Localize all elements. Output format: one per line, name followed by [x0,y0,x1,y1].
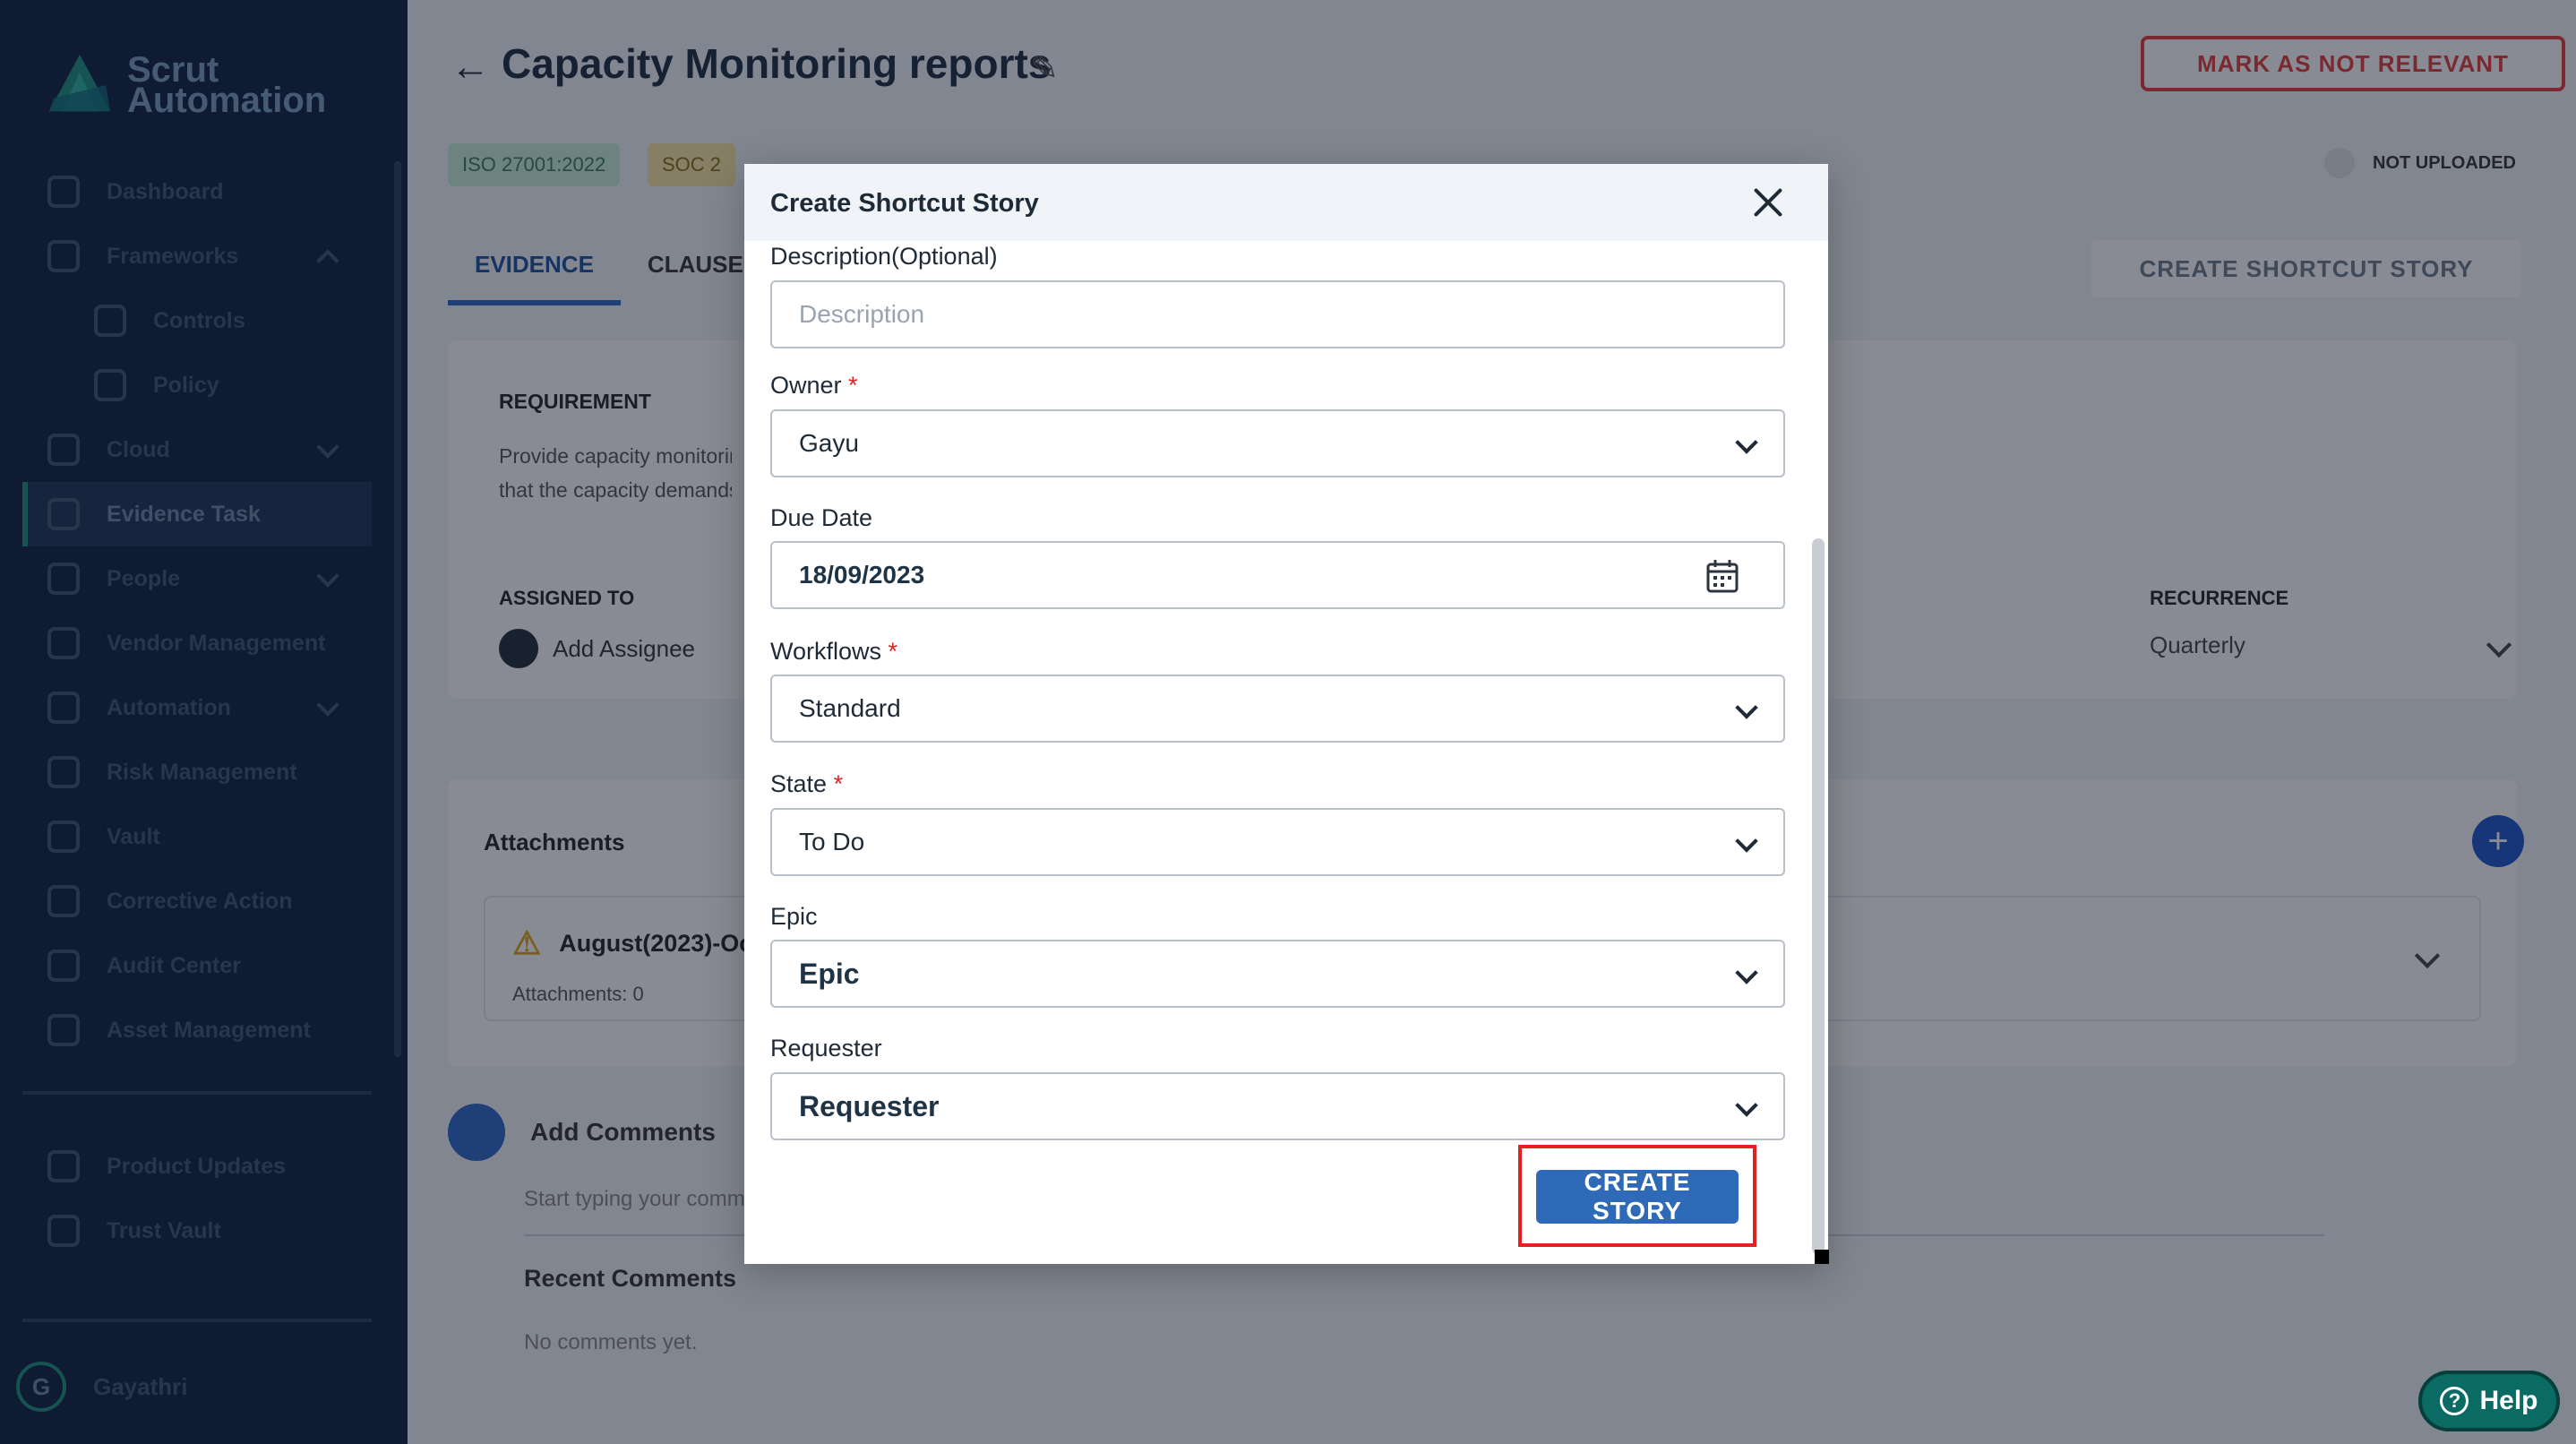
state-label: State * [770,770,843,798]
modal-scrollbar[interactable] [1812,538,1825,1255]
create-story-button[interactable]: CREATE STORY [1536,1168,1739,1225]
epic-value: Epic [799,957,860,990]
help-label: Help [2479,1386,2538,1415]
owner-label: Owner * [770,372,858,400]
create-story-highlight: CREATE STORY [1518,1145,1756,1247]
state-select[interactable]: To Do [770,808,1785,876]
create-shortcut-story-modal: Create Shortcut Story Description(Option… [744,164,1829,1264]
requester-select[interactable]: Requester [770,1072,1785,1140]
requester-label: Requester [770,1035,882,1062]
epic-select[interactable]: Epic [770,940,1785,1008]
workflows-label-text: Workflows [770,638,882,665]
workflows-label: Workflows * [770,638,897,666]
description-input[interactable]: Description [770,280,1785,348]
epic-label: Epic [770,903,818,930]
state-value: To Do [799,828,865,855]
required-mark: * [833,770,844,797]
due-date-value: 18/09/2023 [799,561,925,589]
chevron-down-icon [1735,431,1758,454]
owner-label-text: Owner [770,372,842,399]
due-date-input[interactable]: 18/09/2023 [770,541,1785,609]
close-icon[interactable] [1746,180,1790,225]
state-label-text: State [770,770,828,797]
calendar-icon[interactable] [1706,559,1739,593]
workflows-value: Standard [799,694,901,722]
owner-select[interactable]: Gayu [770,409,1785,477]
chevron-down-icon [1735,1094,1758,1117]
chevron-down-icon [1735,829,1758,853]
question-icon: ? [2440,1387,2469,1415]
requester-value: Requester [799,1089,940,1122]
required-mark: * [888,638,898,665]
chevron-down-icon [1735,696,1758,719]
resize-handle[interactable] [1815,1250,1829,1264]
help-button[interactable]: ? Help [2418,1371,2560,1431]
due-date-label: Due Date [770,504,873,531]
modal-title: Create Shortcut Story [770,189,1039,218]
owner-value: Gayu [799,429,859,457]
modal-header: Create Shortcut Story [744,164,1828,241]
required-mark: * [848,372,858,399]
description-label: Description(Optional) [770,243,998,270]
workflows-select[interactable]: Standard [770,675,1785,743]
chevron-down-icon [1735,961,1758,984]
